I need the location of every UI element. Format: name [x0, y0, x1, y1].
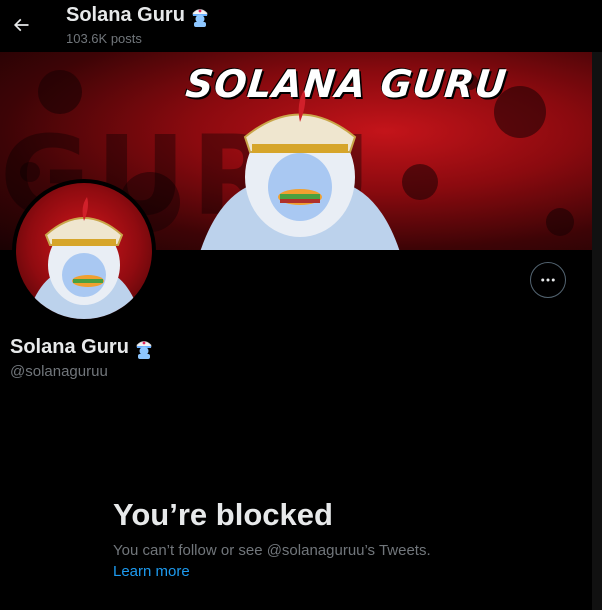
posts-count: 103.6K posts [66, 31, 142, 46]
profile-name-row: Solana Guru [10, 336, 155, 359]
more-options-icon [541, 278, 555, 282]
scrollbar[interactable] [592, 52, 602, 610]
more-options-button[interactable] [530, 262, 566, 298]
back-button[interactable] [6, 10, 36, 40]
blocked-title: You’re blocked [113, 497, 333, 532]
avatar[interactable] [12, 179, 156, 323]
back-arrow-icon [13, 18, 29, 32]
header-title-row: Solana Guru [66, 4, 211, 27]
banner-character-image [200, 90, 400, 250]
avatar-character-image [26, 197, 142, 319]
learn-more-link[interactable]: Learn more [113, 563, 190, 580]
top-bar: Solana Guru 103.6K posts [0, 0, 602, 52]
blocked-description: You can’t follow or see @solanaguruu’s T… [113, 542, 431, 559]
guru-emoji-icon [136, 340, 152, 359]
profile-name: Solana Guru [10, 336, 129, 358]
profile-handle: @solanaguruu [10, 363, 108, 380]
header-title: Solana Guru [66, 4, 185, 26]
guru-emoji-icon [192, 8, 208, 27]
